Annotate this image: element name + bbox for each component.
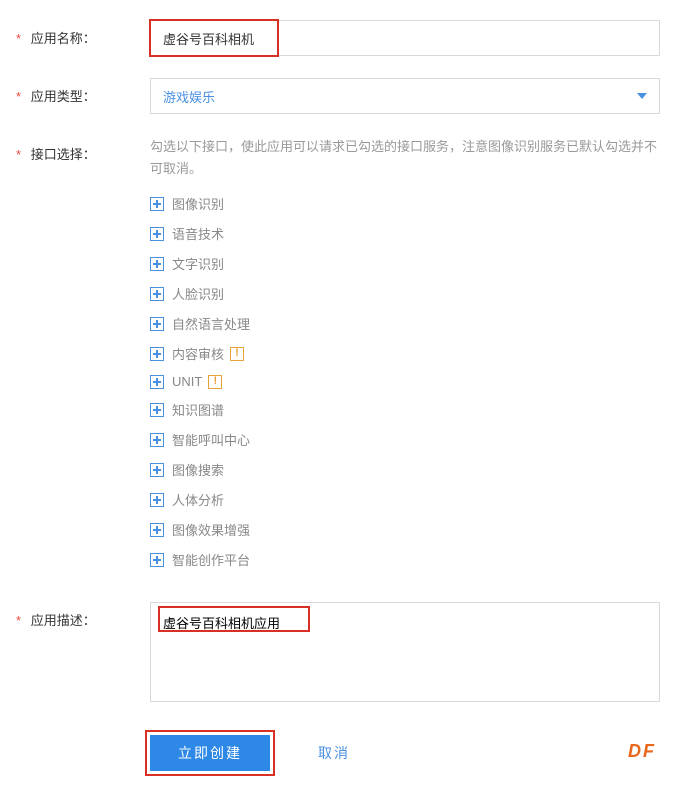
plus-icon (150, 227, 164, 241)
api-item[interactable]: 图像效果增强 (150, 520, 660, 539)
plus-icon (150, 257, 164, 271)
required-star-icon: * (16, 613, 21, 628)
api-item[interactable]: 智能呼叫中心 (150, 430, 660, 449)
api-item-label: 内容审核 (172, 344, 224, 363)
api-item[interactable]: UNIT! (150, 374, 660, 389)
api-item-label: 语音技术 (172, 224, 224, 243)
cancel-button[interactable]: 取消 (290, 735, 378, 771)
api-item-label: 人体分析 (172, 490, 224, 509)
api-item-label: UNIT (172, 374, 202, 389)
label-text-app-type: 应用类型： (31, 89, 96, 104)
app-name-input-wrap (150, 20, 660, 56)
label-app-desc: * 应用描述： (10, 602, 150, 629)
plus-icon (150, 347, 164, 361)
app-type-select[interactable]: 游戏娱乐 (150, 78, 660, 114)
label-app-name: * 应用名称： (10, 20, 150, 47)
api-item[interactable]: 知识图谱 (150, 400, 660, 419)
api-list: 图像识别语音技术文字识别人脸识别自然语言处理内容审核!UNIT!知识图谱智能呼叫… (150, 194, 660, 569)
plus-icon (150, 463, 164, 477)
api-item-label: 人脸识别 (172, 284, 224, 303)
warning-icon: ! (208, 375, 222, 389)
api-item[interactable]: 图像搜索 (150, 460, 660, 479)
row-app-name: * 应用名称： (10, 20, 676, 56)
api-item-label: 图像识别 (172, 194, 224, 213)
api-item[interactable]: 自然语言处理 (150, 314, 660, 333)
plus-icon (150, 287, 164, 301)
required-star-icon: * (16, 31, 21, 46)
chevron-down-icon (637, 93, 647, 99)
label-text-api-select: 接口选择： (31, 147, 96, 162)
api-item[interactable]: 内容审核! (150, 344, 660, 363)
app-type-selected-value: 游戏娱乐 (163, 87, 215, 106)
app-desc-wrap (150, 602, 660, 705)
label-text-app-desc: 应用描述： (31, 613, 96, 628)
api-item-label: 知识图谱 (172, 400, 224, 419)
api-hint-text: 勾选以下接口，使此应用可以请求已勾选的接口服务，注意图像识别服务已默认勾选并不可… (150, 136, 660, 180)
app-name-input[interactable] (150, 20, 660, 56)
api-item[interactable]: 人体分析 (150, 490, 660, 509)
plus-icon (150, 553, 164, 567)
label-api-select: * 接口选择： (10, 136, 150, 163)
row-api-select: * 接口选择： 勾选以下接口，使此应用可以请求已勾选的接口服务，注意图像识别服务… (10, 136, 676, 580)
watermark-text: DF (628, 741, 656, 762)
api-item[interactable]: 智能创作平台 (150, 550, 660, 569)
plus-icon (150, 433, 164, 447)
plus-icon (150, 523, 164, 537)
plus-icon (150, 375, 164, 389)
api-item-label: 智能创作平台 (172, 550, 250, 569)
api-item[interactable]: 语音技术 (150, 224, 660, 243)
required-star-icon: * (16, 89, 21, 104)
required-star-icon: * (16, 147, 21, 162)
api-item-label: 图像效果增强 (172, 520, 250, 539)
create-button-wrap: 立即创建 (150, 735, 270, 771)
row-app-type: * 应用类型： 游戏娱乐 (10, 78, 676, 114)
warning-icon: ! (230, 347, 244, 361)
label-text-app-name: 应用名称： (31, 31, 96, 46)
api-item-label: 文字识别 (172, 254, 224, 273)
plus-icon (150, 317, 164, 331)
api-item[interactable]: 人脸识别 (150, 284, 660, 303)
app-desc-textarea[interactable] (150, 602, 660, 702)
row-app-desc: * 应用描述： (10, 602, 676, 705)
api-item-label: 智能呼叫中心 (172, 430, 250, 449)
plus-icon (150, 493, 164, 507)
create-button[interactable]: 立即创建 (150, 735, 270, 771)
api-item[interactable]: 图像识别 (150, 194, 660, 213)
label-app-type: * 应用类型： (10, 78, 150, 105)
api-item-label: 图像搜索 (172, 460, 224, 479)
plus-icon (150, 197, 164, 211)
plus-icon (150, 403, 164, 417)
button-row: 立即创建 取消 DF (150, 735, 676, 771)
api-item[interactable]: 文字识别 (150, 254, 660, 273)
api-item-label: 自然语言处理 (172, 314, 250, 333)
